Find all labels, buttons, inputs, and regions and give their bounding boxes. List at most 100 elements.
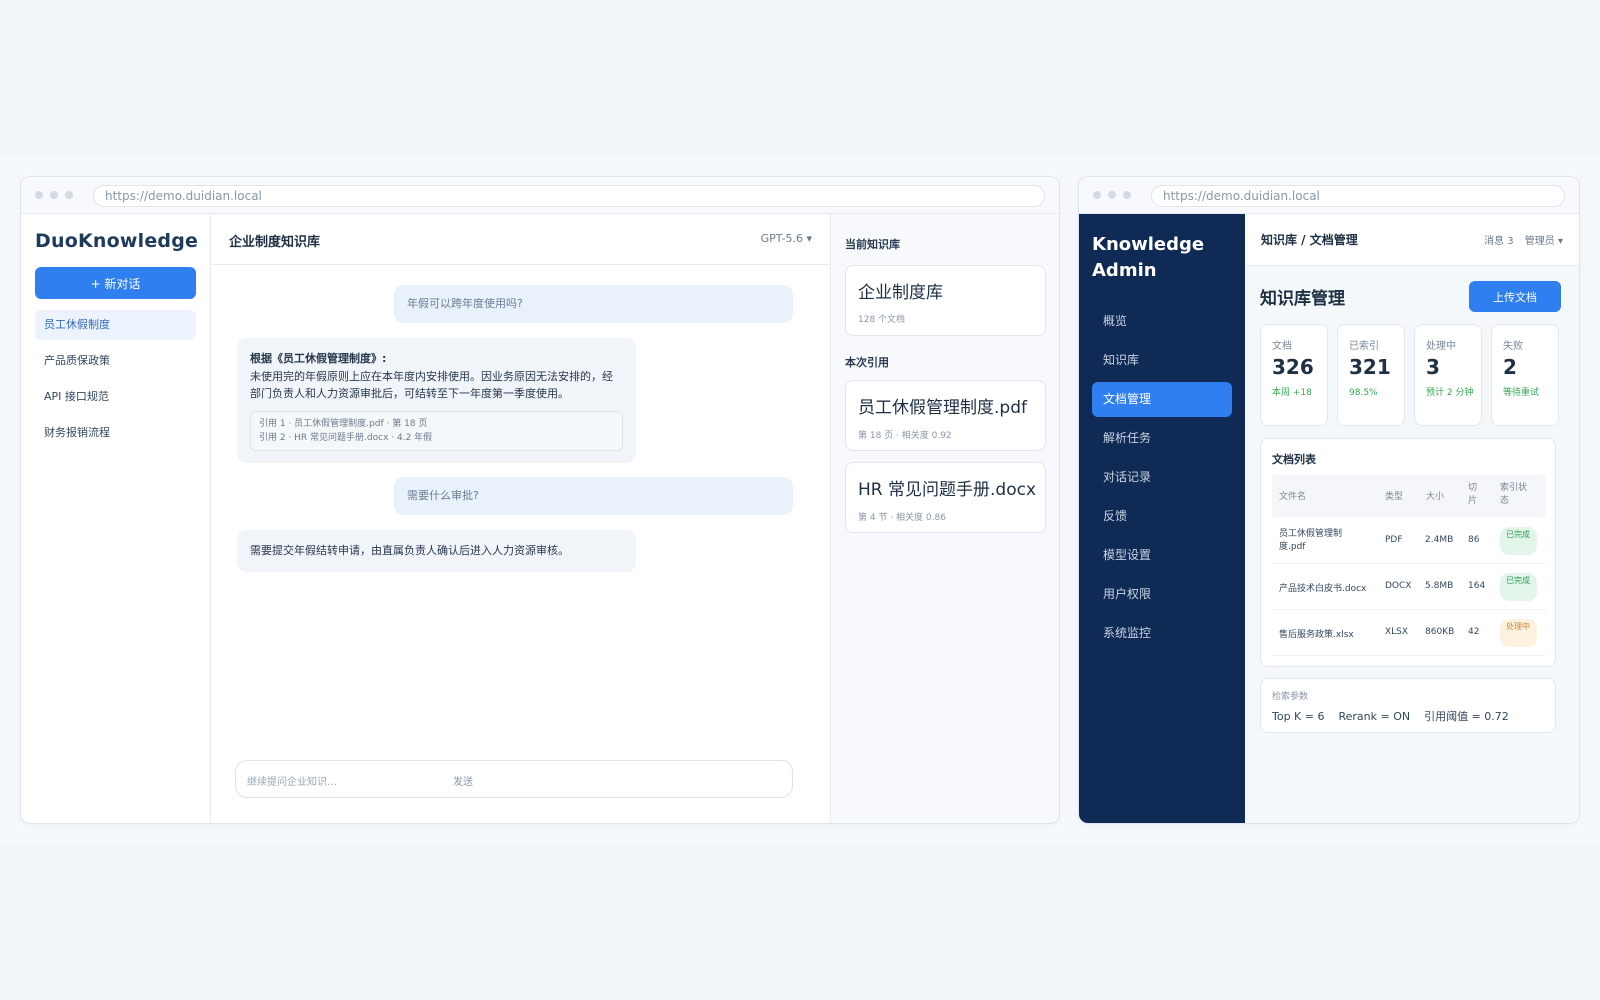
column-header[interactable]: 大小	[1426, 489, 1444, 502]
table-row[interactable]: 员工休假管理制度.pdf PDF 2.4MB 86 已完成	[1272, 518, 1546, 564]
file-name[interactable]: 售后服务政策.xlsx	[1279, 627, 1354, 640]
nav-item-system-monitor[interactable]: 系统监控	[1092, 616, 1232, 651]
browser-chrome: https://demo.duidian.local	[21, 177, 1059, 214]
conversation-item[interactable]: API 接口规范	[35, 382, 196, 412]
kb-name: 企业制度库	[858, 283, 943, 303]
admin-nav: 概览 知识库 文档管理 解析任务 对话记录 反馈 模型设置 用户权限 系统监控	[1092, 304, 1232, 655]
admin-logo: Knowledge Admin	[1092, 232, 1204, 284]
nav-item-feedback[interactable]: 反馈	[1092, 499, 1232, 534]
retrieval-params-card: 检索参数 Top K = 6 Rerank = ON 引用阈值 = 0.72	[1260, 678, 1556, 733]
address-bar[interactable]: https://demo.duidian.local	[1151, 185, 1565, 207]
user-menu[interactable]: 管理员 ▾	[1525, 236, 1563, 247]
header-actions: 消息 3 管理员 ▾	[1476, 232, 1563, 247]
admin-header: 知识库 / 文档管理 消息 3 管理员 ▾	[1245, 214, 1579, 266]
citation-title: 员工休假管理制度.pdf	[858, 398, 1027, 418]
stat-sub: 98.5%	[1349, 388, 1378, 398]
column-header[interactable]: 切片	[1468, 482, 1480, 508]
current-kb-card[interactable]: 企业制度库 128 个文档	[845, 265, 1046, 336]
chat-area: 企业制度知识库 GPT-5.6 ▾ 年假可以跨年度使用吗? 根据《员工休假管理制…	[211, 214, 830, 823]
assistant-message: 需要提交年假结转申请，由直属负责人确认后进入人力资源审核。	[237, 530, 636, 572]
window-dot-icon[interactable]	[65, 191, 73, 199]
status-badge: 处理中	[1500, 619, 1537, 647]
answer-source-title: 根据《员工休假管理制度》:	[250, 352, 387, 365]
upload-button[interactable]: 上传文档	[1469, 281, 1561, 312]
admin-logo-line: Admin	[1092, 260, 1157, 281]
nav-item-model-settings[interactable]: 模型设置	[1092, 538, 1232, 573]
window-dot-icon[interactable]	[35, 191, 43, 199]
chat-input[interactable]: 继续提问企业知识… 发送	[235, 760, 793, 798]
document-list-card: 文档列表 文件名 类型 大小 切片 索引状态 员工休假管理制度.pdf PDF …	[1260, 438, 1556, 667]
nav-item-overview[interactable]: 概览	[1092, 304, 1232, 339]
window-dot-icon[interactable]	[1108, 191, 1116, 199]
conversation-item[interactable]: 产品质保政策	[35, 346, 196, 376]
column-header[interactable]: 文件名	[1279, 489, 1306, 502]
chunk-count: 164	[1468, 581, 1486, 591]
chat-browser-window: https://demo.duidian.local DuoKnowledge …	[20, 176, 1060, 824]
params-label: 检索参数	[1272, 692, 1309, 702]
status-badge: 已完成	[1500, 573, 1537, 601]
citation-link[interactable]: 引用 2 · HR 常见问题手册.docx · 4.2 年假	[259, 431, 614, 445]
table-row[interactable]: 售后服务政策.xlsx XLSX 860KB 42 处理中	[1272, 610, 1546, 656]
nav-item-documents[interactable]: 文档管理	[1092, 382, 1232, 417]
window-dot-icon[interactable]	[1093, 191, 1101, 199]
stat-card: 文档 326 本周 +18	[1260, 324, 1328, 426]
chunk-count: 86	[1468, 535, 1480, 545]
stat-label: 失败	[1503, 341, 1523, 352]
send-button[interactable]: 发送	[453, 773, 473, 788]
document-list-title: 文档列表	[1272, 453, 1316, 466]
table-row[interactable]: 产品技术白皮书.docx DOCX 5.8MB 164 已完成	[1272, 564, 1546, 610]
assistant-message: 根据《员工休假管理制度》: 未使用完的年假原则上应在本年度内安排使用。因业务原因…	[237, 338, 636, 463]
conversation-item[interactable]: 员工休假制度	[35, 310, 196, 340]
stat-card: 处理中 3 预计 2 分钟	[1414, 324, 1482, 426]
citation-meta: 第 4 节 · 相关度 0.86	[858, 513, 946, 523]
chat-title: 企业制度知识库	[229, 235, 321, 250]
file-type: XLSX	[1385, 627, 1409, 637]
stat-value: 326	[1272, 355, 1314, 379]
window-dot-icon[interactable]	[1123, 191, 1131, 199]
file-size: 860KB	[1425, 627, 1455, 637]
address-bar[interactable]: https://demo.duidian.local	[93, 185, 1045, 207]
column-header[interactable]: 类型	[1385, 489, 1403, 502]
stat-label: 文档	[1272, 341, 1292, 352]
current-kb-label: 当前知识库	[845, 238, 900, 251]
chunk-count: 42	[1468, 627, 1480, 637]
kb-doc-count: 128 个文档	[858, 315, 906, 325]
breadcrumb: 知识库 / 文档管理	[1261, 233, 1358, 247]
file-type: DOCX	[1385, 581, 1412, 591]
status-badge: 已完成	[1500, 527, 1537, 555]
page-title: 知识库管理	[1260, 289, 1345, 309]
file-name[interactable]: 产品技术白皮书.docx	[1279, 581, 1366, 594]
stat-sub: 等待重试	[1503, 388, 1540, 398]
admin-sidebar: Knowledge Admin 概览 知识库 文档管理 解析任务 对话记录 反馈…	[1079, 214, 1245, 823]
model-select[interactable]: GPT-5.6 ▾	[761, 232, 812, 245]
stat-value: 321	[1349, 355, 1391, 379]
nav-item-parse-tasks[interactable]: 解析任务	[1092, 421, 1232, 456]
column-header[interactable]: 索引状态	[1500, 482, 1534, 508]
chat-header: 企业制度知识库 GPT-5.6 ▾	[211, 214, 830, 265]
admin-logo-line: Knowledge	[1092, 234, 1205, 255]
window-dot-icon[interactable]	[50, 191, 58, 199]
file-name[interactable]: 员工休假管理制度.pdf	[1279, 528, 1361, 554]
citation-link[interactable]: 引用 1 · 员工休假管理制度.pdf · 第 18 页	[259, 417, 614, 431]
admin-main: 知识库 / 文档管理 消息 3 管理员 ▾ 知识库管理 上传文档 文档 326 …	[1245, 214, 1579, 823]
answer-body: 需要提交年假结转申请，由直属负责人确认后进入人力资源审核。	[250, 544, 569, 557]
new-chat-button[interactable]: + 新对话	[35, 267, 196, 299]
stat-sub: 本周 +18	[1272, 388, 1312, 398]
stat-card: 失败 2 等待重试	[1491, 324, 1559, 426]
stat-value: 2	[1503, 355, 1517, 379]
chat-input-placeholder[interactable]: 继续提问企业知识…	[247, 773, 337, 788]
chat-sidebar: DuoKnowledge + 新对话 员工休假制度 产品质保政策 API 接口规…	[21, 214, 211, 823]
params-values: Top K = 6 Rerank = ON 引用阈值 = 0.72	[1272, 710, 1509, 723]
citation-card[interactable]: HR 常见问题手册.docx 第 4 节 · 相关度 0.86	[845, 462, 1046, 533]
stat-sub: 预计 2 分钟	[1426, 388, 1474, 398]
browser-chrome: https://demo.duidian.local	[1079, 177, 1579, 214]
citation-title: HR 常见问题手册.docx	[858, 480, 1037, 500]
conversation-item[interactable]: 财务报销流程	[35, 418, 196, 448]
nav-item-chat-logs[interactable]: 对话记录	[1092, 460, 1232, 495]
citation-card[interactable]: 员工休假管理制度.pdf 第 18 页 · 相关度 0.92	[845, 380, 1046, 451]
nav-item-user-permissions[interactable]: 用户权限	[1092, 577, 1232, 612]
nav-item-knowledge-base[interactable]: 知识库	[1092, 343, 1232, 378]
messages-link[interactable]: 消息 3	[1484, 236, 1514, 247]
answer-body: 未使用完的年假原则上应在本年度内安排使用。因业务原因无法安排的，经部门负责人和人…	[250, 369, 613, 401]
app-logo: DuoKnowledge	[35, 230, 199, 252]
